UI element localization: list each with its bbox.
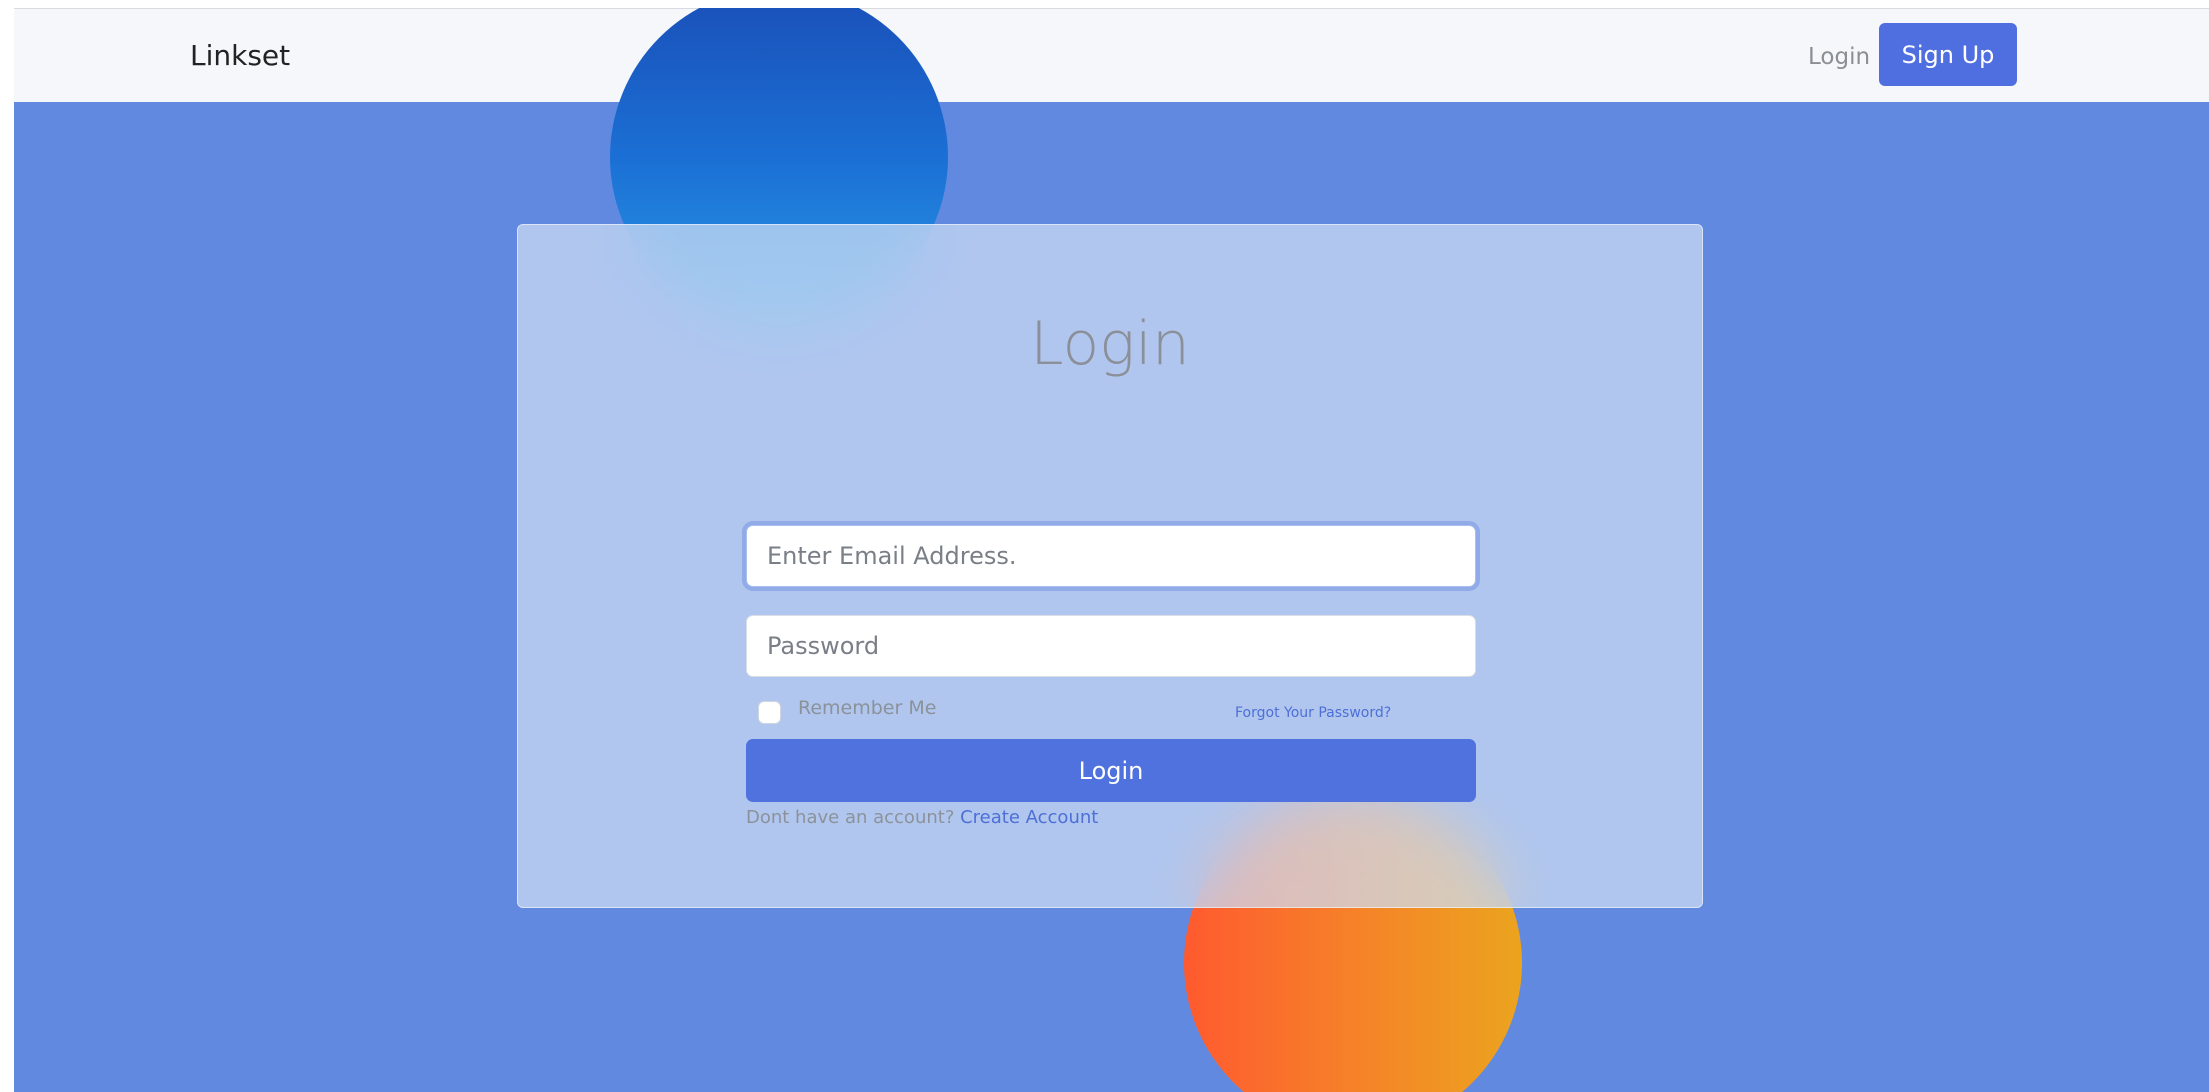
remember-me-checkbox[interactable] xyxy=(758,701,781,724)
navbar: Linkset Login Sign Up xyxy=(14,8,2209,102)
forgot-password-link[interactable]: Forgot Your Password? xyxy=(1235,705,1391,721)
nav-login-link[interactable]: Login xyxy=(1808,44,1870,70)
login-submit-button[interactable]: Login xyxy=(746,739,1476,802)
no-account-text: Dont have an account? xyxy=(746,807,955,828)
remember-me: Remember Me xyxy=(758,697,936,724)
page-frame: Linkset Login Sign Up Login Remember Me … xyxy=(14,8,2209,1092)
remember-me-label: Remember Me xyxy=(798,696,937,719)
create-account-prompt: Dont have an account? Create Account xyxy=(746,807,1098,828)
login-card: Login Remember Me Forgot Your Password? … xyxy=(517,224,1703,908)
brand-logo[interactable]: Linkset xyxy=(190,39,290,72)
signup-button[interactable]: Sign Up xyxy=(1879,23,2017,86)
email-input[interactable] xyxy=(746,525,1476,587)
password-input[interactable] xyxy=(746,615,1476,677)
create-account-link[interactable]: Create Account xyxy=(960,807,1098,828)
login-title: Login xyxy=(1030,309,1190,379)
